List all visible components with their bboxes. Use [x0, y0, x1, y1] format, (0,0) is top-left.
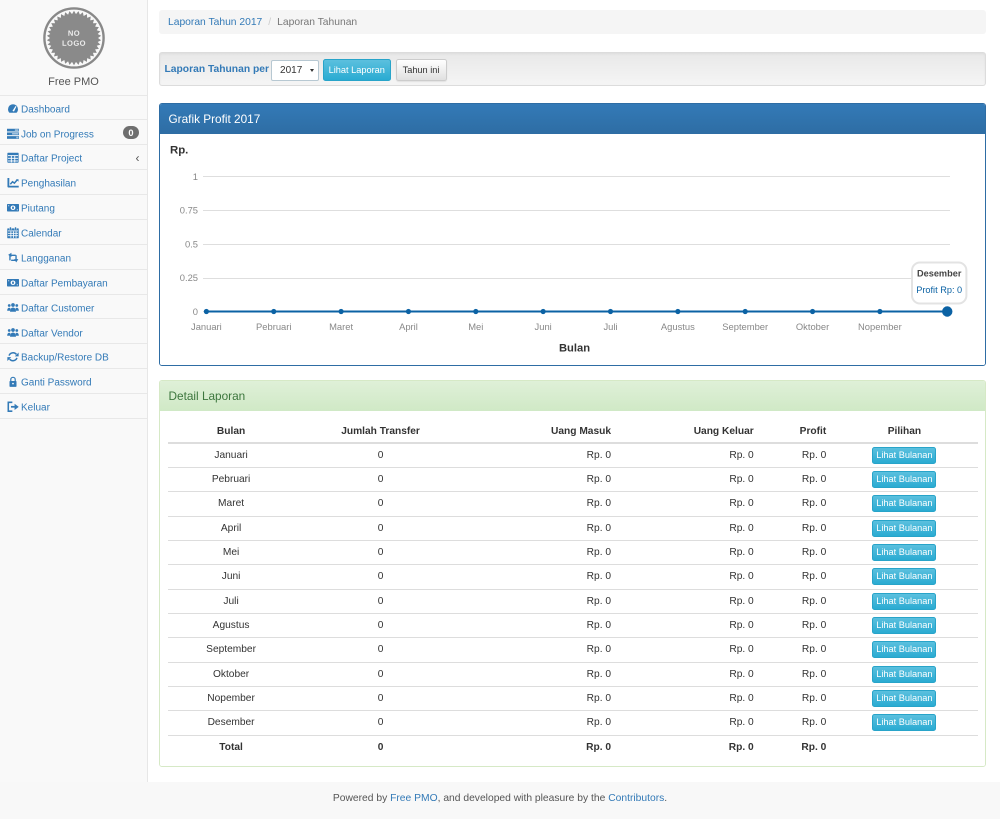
svg-text:Profit Rp: 0: Profit Rp: 0: [916, 284, 962, 294]
svg-text:Maret: Maret: [329, 321, 353, 332]
svg-text:Januari: Januari: [191, 321, 222, 332]
svg-text:Oktober: Oktober: [795, 321, 828, 332]
svg-text:NO: NO: [67, 29, 79, 38]
svg-text:Juli: Juli: [603, 321, 617, 332]
svg-text:April: April: [399, 321, 418, 332]
svg-text:Bulan: Bulan: [558, 342, 589, 354]
svg-text:LOGO: LOGO: [62, 39, 86, 48]
svg-text:Agustus: Agustus: [660, 321, 694, 332]
svg-text:1: 1: [192, 170, 197, 181]
svg-text:Mei: Mei: [468, 321, 483, 332]
svg-text:0.25: 0.25: [179, 272, 197, 283]
svg-text:Desember: Desember: [916, 268, 961, 278]
svg-text:September: September: [722, 321, 768, 332]
svg-text:Pebruari: Pebruari: [256, 321, 291, 332]
svg-text:0.5: 0.5: [184, 238, 197, 249]
svg-text:0.75: 0.75: [179, 204, 197, 215]
svg-text:Nopember: Nopember: [858, 321, 902, 332]
svg-text:0: 0: [192, 306, 197, 317]
svg-text:Juni: Juni: [534, 321, 551, 332]
svg-text:Rp.: Rp.: [170, 144, 188, 156]
